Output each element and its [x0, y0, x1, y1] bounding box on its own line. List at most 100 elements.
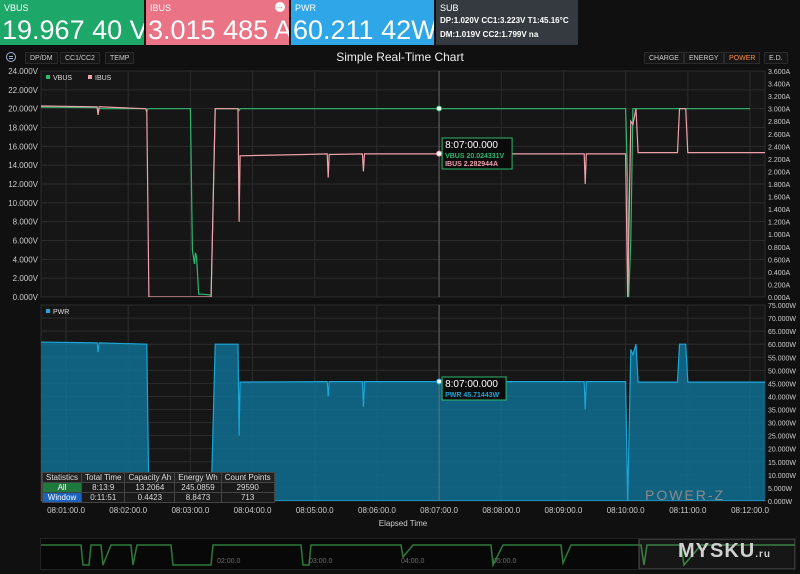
- ibus-panel: IBUS → 3.015 485 A: [146, 0, 289, 45]
- y-tick-label-right: 2.000A: [768, 169, 791, 176]
- y-tick-label-right: 2.400A: [768, 144, 791, 151]
- x-tick-label: 08:11:00.0: [669, 506, 707, 515]
- x-tick-label: 08:12:00.0: [731, 506, 769, 515]
- y-tick-label-left: 8.000V: [13, 218, 39, 227]
- crosshair-marker: [436, 105, 443, 112]
- legend-label: PWR: [53, 309, 69, 316]
- x-tick-label: 08:07:00.0: [420, 506, 458, 515]
- x-tick-label: 08:02:00.0: [109, 506, 147, 515]
- y-tick-label-right: 25.000W: [768, 434, 796, 441]
- brand-logo: POWER-Z: [645, 487, 726, 503]
- vbus-value: 19.967 40 V: [2, 15, 144, 45]
- table-row: All 8:13:9 13.2064 245.0859 29590: [41, 482, 275, 493]
- overview-tick-label: 02:00.0: [217, 558, 240, 565]
- y-tick-label-right: 1.600A: [768, 195, 791, 202]
- tab-charge[interactable]: CHARGE: [644, 52, 684, 64]
- y-tick-label-right: 50.000W: [768, 368, 796, 375]
- y-tick-label-right: 20.000W: [768, 447, 796, 454]
- x-tick-label: 08:08:00.0: [482, 506, 520, 515]
- tooltip-vbus: VBUS 20.024331V: [445, 153, 504, 160]
- y-tick-label-left: 16.000V: [8, 142, 38, 151]
- table-row: Window 0:11:51 0.4423 8.8473 713: [41, 492, 275, 503]
- x-tick-label: 08:09:00.0: [545, 506, 583, 515]
- y-tick-label-right: 5.000W: [768, 486, 793, 493]
- statistics-table: Statistics Total Time Capacity Ah Energy…: [41, 472, 275, 503]
- x-tick-label: 08:05:00.0: [296, 506, 334, 515]
- legend-label: IBUS: [95, 75, 112, 82]
- y-tick-label-right: 65.000W: [768, 329, 796, 336]
- y-tick-label-right: 0.000W: [768, 499, 793, 506]
- tooltip-time: 8:07:00.000: [445, 379, 498, 390]
- statistics-header-row: Statistics Total Time Capacity Ah Energy…: [41, 472, 275, 483]
- legend-label: VBUS: [53, 75, 72, 82]
- watermark-main: MYSKU: [678, 540, 756, 562]
- tooltip-ibus: IBUS 2.282944A: [445, 161, 498, 168]
- y-tick-label-right: 10.000W: [768, 473, 796, 480]
- y-tick-label-right: 55.000W: [768, 355, 796, 362]
- y-tick-label-right: 0.800A: [768, 245, 791, 252]
- sub-panel: SUB DP:1.020V CC1:3.223V T1:45.16°C DM:1…: [436, 0, 578, 45]
- y-tick-label-right: 40.000W: [768, 394, 796, 401]
- y-tick-label-right: 1.200A: [768, 220, 791, 227]
- y-tick-label-right: 45.000W: [768, 381, 796, 388]
- tab-energy[interactable]: ENERGY: [684, 52, 724, 64]
- cell-total-time: 0:11:51: [81, 492, 126, 503]
- overview-tick-label: 05:00.0: [493, 558, 516, 565]
- y-tick-label-left: 22.000V: [8, 86, 38, 95]
- y-tick-label-right: 1.800A: [768, 182, 791, 189]
- y-tick-label-right: 0.000A: [768, 295, 791, 302]
- y-tick-label-right: 35.000W: [768, 408, 796, 415]
- sub-line-2: DM:1.019V CC2:1.799V na: [440, 30, 539, 39]
- cell-capacity: 13.2064: [124, 482, 176, 493]
- y-tick-label-right: 3.000A: [768, 107, 791, 114]
- y-tick-label-left: 14.000V: [8, 161, 38, 170]
- y-tick-label-right: 0.600A: [768, 257, 791, 264]
- crosshair-marker: [436, 378, 443, 385]
- pwr-panel: PWR 60.211 42W: [291, 0, 434, 45]
- x-tick-label: 08:06:00.0: [358, 506, 396, 515]
- row-label-window: Window: [41, 492, 83, 503]
- y-tick-label-left: 24.000V: [8, 67, 38, 76]
- count-points-header: Count Points: [220, 472, 275, 483]
- y-tick-label-right: 1.000A: [768, 232, 791, 239]
- y-tick-label-left: 0.000V: [13, 293, 39, 302]
- vbus-label: VBUS: [4, 3, 29, 13]
- y-tick-label-right: 2.200A: [768, 157, 791, 164]
- y-tick-label-right: 30.000W: [768, 421, 796, 428]
- cell-capacity: 0.4423: [124, 492, 176, 503]
- y-tick-label-right: 3.400A: [768, 82, 791, 89]
- y-tick-label-left: 20.000V: [8, 105, 38, 114]
- x-tick-label: 08:10:00.0: [607, 506, 645, 515]
- x-tick-label: 08:04:00.0: [234, 506, 272, 515]
- cell-count: 29590: [220, 482, 275, 493]
- y-tick-label-right: 0.400A: [768, 270, 791, 277]
- realtime-chart[interactable]: 0.000V 2.000V 4.000V 6.000V 8.000V 10.000V 12.…: [0, 66, 800, 538]
- tab-power[interactable]: POWER: [724, 52, 761, 64]
- legend-swatch: [88, 75, 92, 79]
- crosshair-marker: [436, 150, 443, 157]
- y-tick-label-left: 2.000V: [13, 274, 39, 283]
- cell-total-time: 8:13:9: [81, 482, 126, 493]
- y-tick-label-right: 3.200A: [768, 94, 791, 101]
- tab-ed[interactable]: E.D.: [764, 52, 788, 64]
- statistics-header: Statistics: [41, 472, 83, 483]
- y-tick-label-right: 1.400A: [768, 207, 791, 214]
- ibus-value: 3.015 485 A: [148, 15, 289, 45]
- y-tick-label-right: 60.000W: [768, 342, 796, 349]
- cell-count: 713: [220, 492, 275, 503]
- y-tick-label-right: 2.800A: [768, 119, 791, 126]
- tooltip-time: 8:07:00.000: [445, 140, 498, 151]
- x-axis-label: Elapsed Time: [379, 519, 428, 528]
- y-tick-label-right: 3.600A: [768, 69, 791, 76]
- y-tick-label-right: 0.200A: [768, 282, 791, 289]
- sub-label: SUB: [440, 3, 459, 13]
- x-tick-label: 08:01:00.0: [47, 506, 85, 515]
- y-tick-label-left: 6.000V: [13, 237, 39, 246]
- total-time-header: Total Time: [81, 472, 126, 483]
- sub-line-1: DP:1.020V CC1:3.223V T1:45.16°C: [440, 16, 569, 25]
- watermark: MYSKU.ru: [678, 540, 771, 563]
- arrow-right-icon[interactable]: →: [275, 2, 285, 12]
- ibus-label: IBUS: [150, 3, 172, 13]
- y-tick-label-left: 10.000V: [8, 199, 38, 208]
- y-tick-label-left: 12.000V: [8, 180, 38, 189]
